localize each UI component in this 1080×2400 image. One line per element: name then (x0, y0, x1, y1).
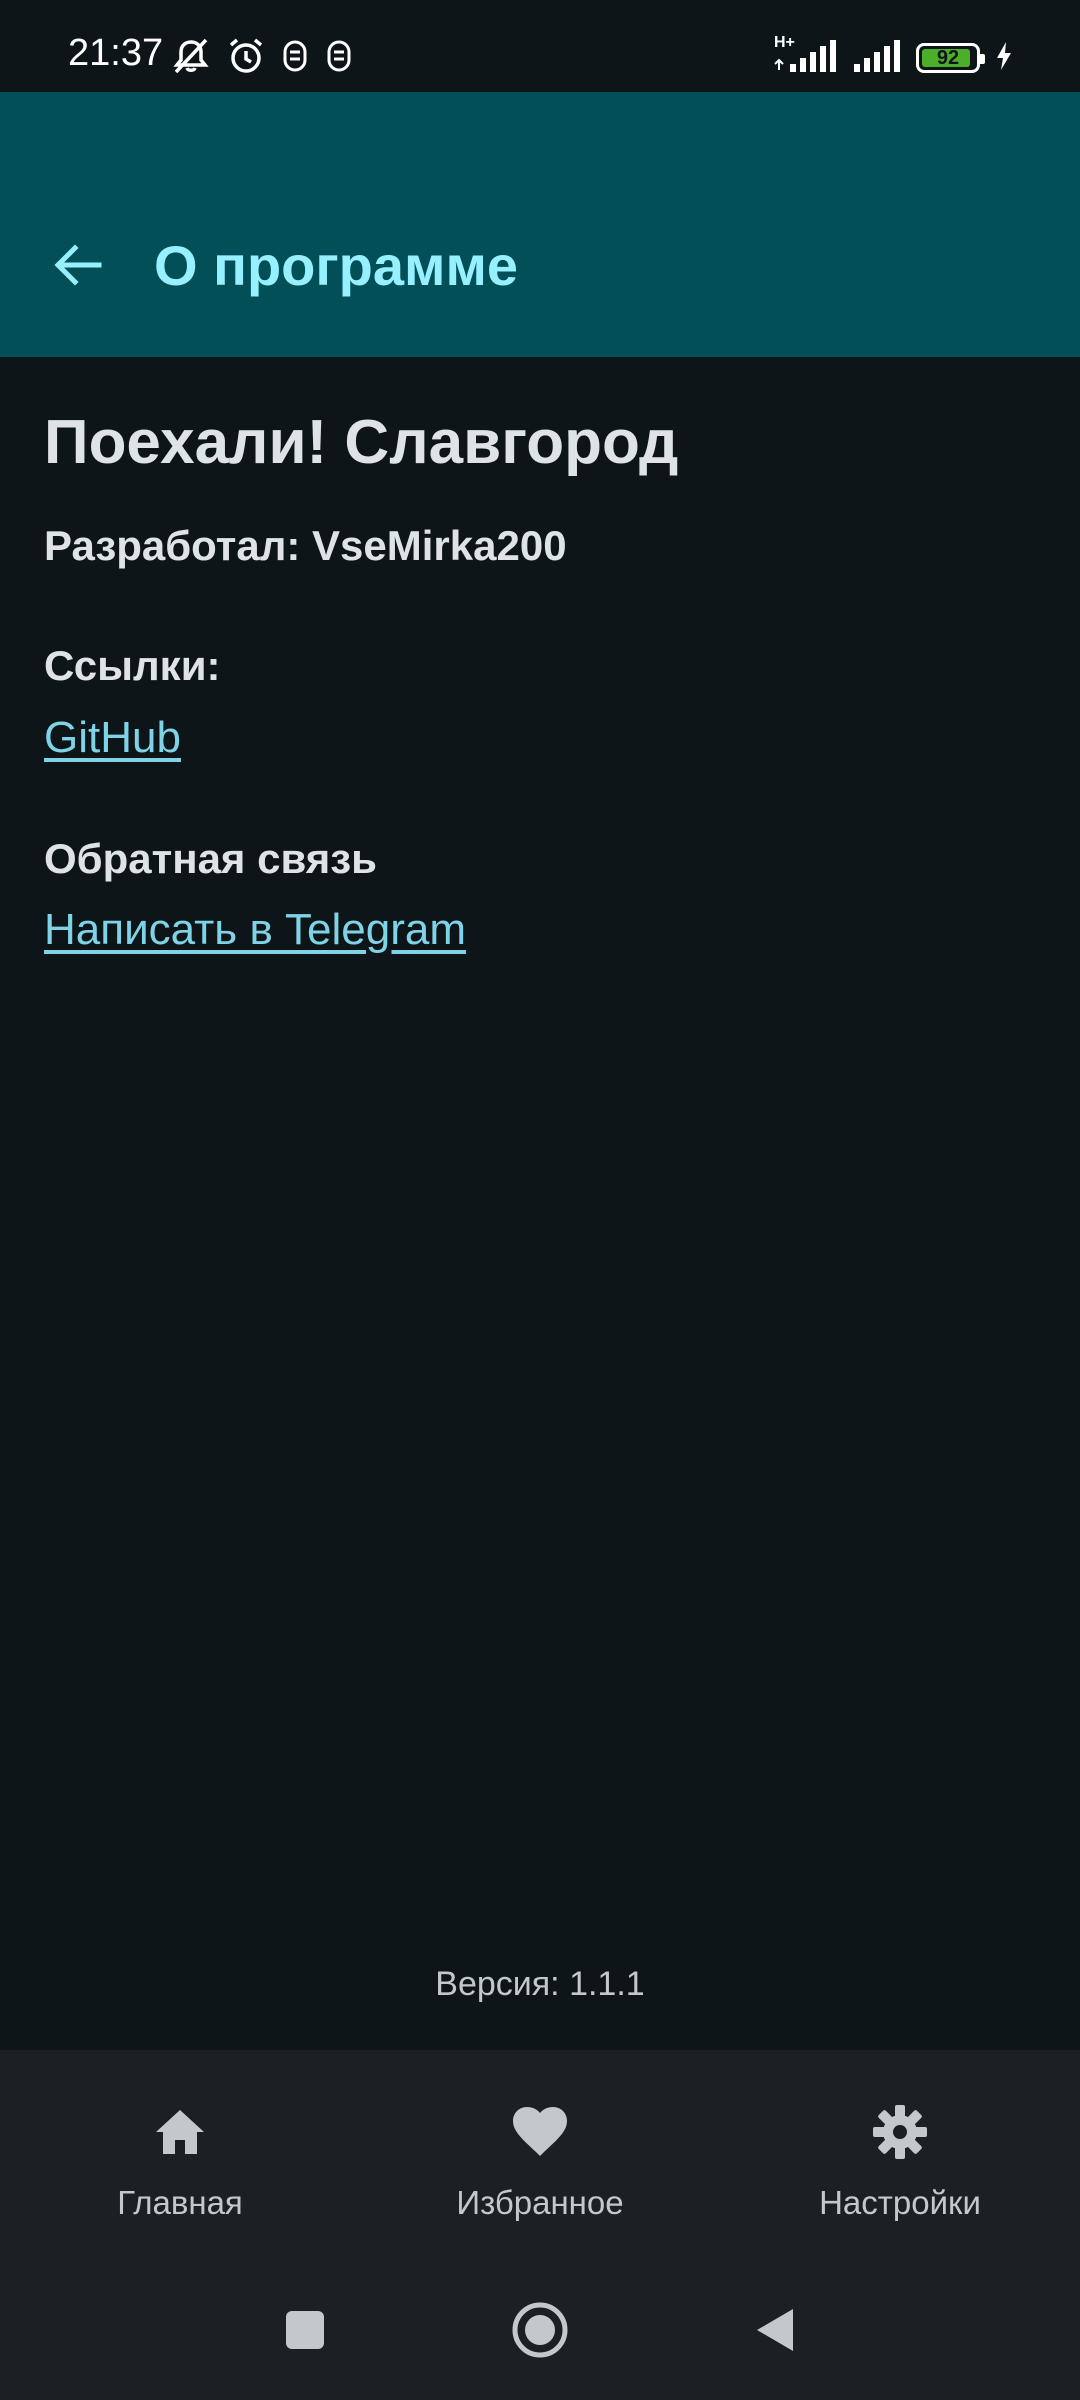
back-system-button[interactable] (730, 2265, 820, 2400)
alarm-icon (226, 36, 266, 76)
nav-label-settings: Настройки (819, 2184, 981, 2221)
recents-icon (283, 2308, 327, 2357)
status-icons-right: H+ 92 (772, 34, 1014, 79)
battery-percent: 92 (936, 46, 960, 69)
arrow-back-icon (51, 239, 103, 296)
nav-item-settings[interactable]: Настройки (720, 2050, 1080, 2265)
status-bar: 21:37 H+ 92 (0, 0, 1080, 92)
home-icon (152, 2102, 208, 2162)
recents-button[interactable] (260, 2265, 350, 2400)
home-circle-icon (511, 2301, 569, 2364)
feedback-heading: Обратная связь (44, 835, 377, 882)
page-title: О программе (154, 234, 519, 297)
telegram-link[interactable]: Написать в Telegram (44, 905, 466, 955)
signal-icon (852, 38, 902, 79)
notification-icon (280, 36, 310, 76)
nav-label-home: Главная (117, 2184, 243, 2221)
system-nav (0, 2265, 1080, 2400)
notification-icon (324, 36, 354, 76)
charging-icon (994, 40, 1014, 77)
gear-icon (871, 2102, 929, 2162)
back-button[interactable] (42, 232, 112, 302)
battery-icon: 92 (916, 43, 985, 73)
back-triangle-icon (753, 2305, 797, 2360)
app-name: Поехали! Славгород (44, 408, 679, 477)
battery-tip (980, 54, 985, 64)
heart-icon (511, 2102, 569, 2162)
screen: 21:37 H+ 92 О программе Поехали! Славгор… (0, 0, 1080, 2400)
github-link[interactable]: GitHub (44, 713, 181, 763)
nav-label-favorites: Избранное (456, 2184, 624, 2221)
app-bar: О программе (0, 92, 1080, 357)
version-text: Версия: 1.1.1 (435, 1965, 645, 2003)
signal-icon: H+ (772, 34, 838, 79)
nav-item-home[interactable]: Главная (0, 2050, 360, 2265)
status-icons-left (170, 36, 354, 76)
network-type-label: H+ (774, 33, 795, 51)
mute-icon (170, 36, 212, 76)
developer-credit: Разработал: VseMirka200 (44, 522, 567, 569)
status-time: 21:37 (68, 32, 164, 74)
links-heading: Ссылки: (44, 642, 221, 689)
home-system-button[interactable] (495, 2265, 585, 2400)
nav-item-favorites[interactable]: Избранное (360, 2050, 720, 2265)
bottom-nav: Главная Избранное Настройки (0, 2050, 1080, 2265)
